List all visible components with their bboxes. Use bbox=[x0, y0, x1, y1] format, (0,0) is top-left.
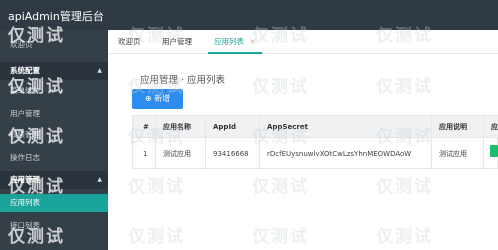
watermark-text: 仅测试 bbox=[252, 177, 309, 197]
table-header: # 应用名称 AppId AppSecret 应用说明 应 bbox=[133, 116, 498, 138]
watermark-text: 仅测试 bbox=[128, 26, 185, 46]
watermark-text: 仅测试 bbox=[128, 127, 185, 147]
watermark-text: 仅测试 bbox=[376, 77, 433, 97]
chevron-up-icon: ▲ bbox=[97, 67, 102, 74]
chevron-up-icon: ▲ bbox=[97, 176, 102, 183]
watermark-text: 仅测试 bbox=[8, 127, 65, 147]
watermark-text: 仅测试 bbox=[128, 77, 185, 97]
watermark-text: 仅测试 bbox=[8, 77, 65, 97]
sidebar-item-logs[interactable]: 操作日志 bbox=[0, 149, 108, 167]
app-table: # 应用名称 AppId AppSecret 应用说明 应 1 测试应用 934… bbox=[132, 115, 498, 170]
watermark-text: 仅测试 bbox=[376, 26, 433, 46]
column-divider bbox=[483, 116, 484, 170]
column-divider bbox=[205, 116, 206, 170]
table-row[interactable]: 1 测试应用 93416668 rDcfEUysnuwlvXOtCwLzsYhn… bbox=[133, 138, 498, 170]
table-cell: 测试应用 bbox=[439, 150, 467, 158]
column-header: 应 bbox=[491, 123, 498, 131]
action-button[interactable] bbox=[490, 145, 498, 157]
watermark-text: 仅测试 bbox=[252, 227, 309, 247]
watermark-text: 仅测试 bbox=[252, 26, 309, 46]
watermark-text: 仅测试 bbox=[252, 127, 309, 147]
sidebar-item-users[interactable]: 用户管理 bbox=[0, 105, 108, 123]
watermark-text: 仅测试 bbox=[8, 26, 65, 46]
watermark-text: 仅测试 bbox=[252, 77, 309, 97]
watermark-text: 仅测试 bbox=[376, 227, 433, 247]
watermark-text: 仅测试 bbox=[376, 177, 433, 197]
watermark-text: 仅测试 bbox=[8, 227, 65, 247]
watermark-text: 仅测试 bbox=[128, 177, 185, 197]
watermark-text: 仅测试 bbox=[8, 177, 65, 197]
tab-label: 应用列表 bbox=[214, 37, 244, 46]
column-header: 应用说明 bbox=[439, 123, 467, 131]
watermark-text: 仅测试 bbox=[128, 227, 185, 247]
watermark-text: 仅测试 bbox=[376, 127, 433, 147]
